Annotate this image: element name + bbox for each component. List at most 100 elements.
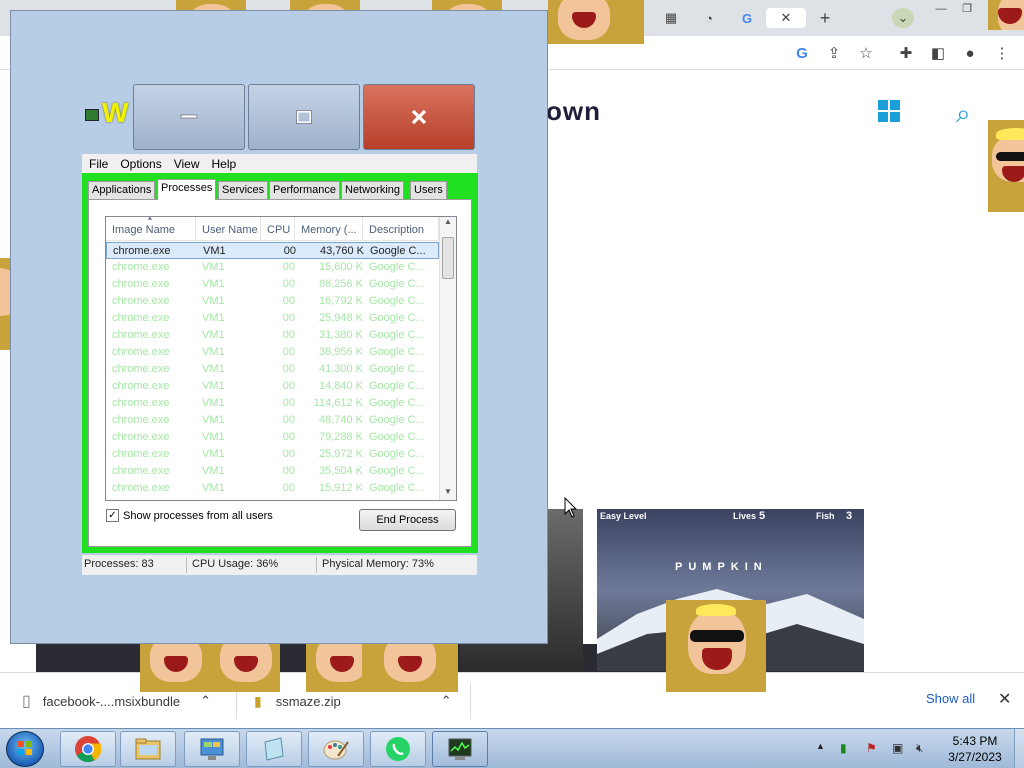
table-row[interactable]: chrome.exe VM1 00 48,740 K Google C...	[106, 412, 439, 429]
tray-volume-muted-icon[interactable]: 🔇︎	[916, 741, 924, 756]
table-row[interactable]: chrome.exe VM1 00 79,288 K Google C...	[106, 429, 439, 446]
table-row[interactable]: chrome.exe VM1 00 14,840 K Google C...	[106, 378, 439, 395]
cartoon-face-image	[210, 644, 280, 692]
cell-cpu: 00	[282, 261, 295, 273]
table-row[interactable]: chrome.exe VM1 00 35,504 K Google C...	[106, 463, 439, 480]
google-lens-icon[interactable]: G	[790, 41, 814, 65]
process-list[interactable]: Image Name User Name CPU Memory (... Des…	[105, 216, 457, 501]
taskbar-chrome-button[interactable]	[60, 731, 116, 767]
task-manager-window[interactable]: W File Options View Help Applications Pr…	[10, 10, 548, 644]
cell-cpu: 00	[282, 312, 295, 324]
cell-memory: 15,912 K	[318, 482, 363, 494]
tab-applications[interactable]: Applications	[88, 181, 156, 199]
vertical-scrollbar[interactable]: ▲ ▼	[439, 217, 456, 500]
taskbar-control-panel-button[interactable]	[184, 731, 240, 767]
table-row[interactable]: chrome.exe VM1 00 41,300 K Google C...	[106, 361, 439, 378]
scroll-up-icon[interactable]: ▲	[444, 217, 452, 226]
system-clock[interactable]: 5:43 PM 3/27/2023	[940, 733, 1010, 765]
tray-monitor-icon[interactable]: ▮	[840, 741, 847, 755]
tab-favicon-clock[interactable]: ◔	[698, 8, 720, 28]
close-icon[interactable]: ✕	[998, 689, 1011, 709]
cell-user-name: VM1	[202, 431, 225, 443]
restore-window-icon[interactable]: ❐	[954, 2, 980, 18]
column-user-name[interactable]: User Name	[196, 217, 261, 241]
table-row[interactable]: chrome.exe VM1 00 31,380 K Google C...	[106, 327, 439, 344]
taskbar-notepad-button[interactable]	[246, 731, 302, 767]
tab-favicon-google[interactable]: G	[736, 8, 758, 28]
tab-favicon-doc[interactable]: ▦	[660, 8, 682, 28]
taskbar-paint-button[interactable]	[308, 731, 364, 767]
taskbar-explorer-button[interactable]	[120, 731, 176, 767]
side-panel-icon[interactable]: ◧	[926, 41, 950, 65]
tray-network-icon[interactable]: ▣	[892, 741, 903, 755]
menu-options[interactable]: Options	[120, 157, 161, 171]
column-description[interactable]: Description	[363, 217, 439, 241]
chevron-up-icon[interactable]: ⌃	[200, 693, 211, 709]
game-lives-label: Lives	[733, 511, 757, 521]
profile-icon[interactable]: ●	[958, 41, 982, 65]
scrollbar-thumb[interactable]	[442, 237, 454, 279]
close-button[interactable]	[363, 84, 475, 150]
extensions-icon[interactable]: ✚	[894, 41, 918, 65]
site-brand[interactable]: own	[546, 96, 601, 127]
start-button[interactable]	[6, 731, 44, 767]
show-all-downloads-link[interactable]: Show all	[926, 691, 975, 706]
cell-image-name: chrome.exe	[112, 380, 170, 392]
table-row[interactable]: chrome.exe VM1 00 16,792 K Google C...	[106, 293, 439, 310]
minimize-window-icon[interactable]: —	[928, 2, 954, 18]
end-process-button[interactable]: End Process	[359, 509, 456, 531]
new-tab-icon[interactable]: +	[814, 8, 836, 28]
tab-search-chevron-icon[interactable]: ⌄	[892, 8, 914, 28]
minimize-button[interactable]	[133, 84, 245, 150]
status-bar: Processes: 83 CPU Usage: 36% Physical Me…	[82, 555, 477, 575]
site-search-icon[interactable]: ⌕	[956, 98, 971, 130]
control-panel-icon	[200, 738, 224, 760]
table-row[interactable]: chrome.exe VM1 00 43,760 K Google C...	[106, 242, 439, 259]
active-tab[interactable]: ✕	[766, 8, 806, 28]
tab-performance[interactable]: Performance	[269, 181, 340, 199]
checkbox-check-icon[interactable]: ✓	[106, 509, 119, 522]
tab-users[interactable]: Users	[410, 181, 447, 199]
chevron-up-icon[interactable]: ⌃	[441, 693, 452, 709]
show-all-processes-checkbox[interactable]: ✓ Show processes from all users	[106, 509, 273, 522]
menu-view[interactable]: View	[174, 157, 200, 171]
menu-help[interactable]: Help	[212, 157, 237, 171]
table-row[interactable]: chrome.exe VM1 00 15,912 K Google C...	[106, 480, 439, 497]
column-memory[interactable]: Memory (...	[295, 217, 363, 241]
cell-description: Google C...	[369, 482, 425, 494]
window-title: W	[102, 97, 129, 128]
share-icon[interactable]: ⇪	[822, 41, 846, 65]
taskbar-whatsapp-button[interactable]	[370, 731, 426, 767]
tab-networking[interactable]: Networking	[341, 181, 405, 199]
scroll-down-icon[interactable]: ▼	[444, 487, 452, 496]
cell-memory: 41,300 K	[318, 363, 363, 375]
windows-logo-icon[interactable]	[878, 100, 900, 122]
tab-processes[interactable]: Processes	[157, 179, 217, 200]
tab-services[interactable]: Services	[218, 181, 269, 199]
browser-menu-icon[interactable]: ⋮	[990, 41, 1014, 65]
table-row[interactable]: chrome.exe VM1 00 114,612 K Google C...	[106, 395, 439, 412]
show-desktop-button[interactable]	[1014, 729, 1024, 768]
menu-file[interactable]: File	[89, 157, 108, 171]
tab-close-icon[interactable]: ✕	[781, 10, 792, 26]
table-row[interactable]: chrome.exe VM1 00 15,600 K Google C...	[106, 259, 439, 276]
cell-image-name: chrome.exe	[112, 295, 170, 307]
maximize-button[interactable]	[248, 84, 360, 150]
cell-image-name: chrome.exe	[112, 448, 170, 460]
bookmark-star-icon[interactable]: ☆	[854, 41, 878, 65]
tray-action-center-icon[interactable]: ⚑	[866, 741, 877, 755]
column-cpu[interactable]: CPU	[261, 217, 295, 241]
cell-user-name: VM1	[202, 414, 225, 426]
table-row[interactable]: chrome.exe VM1 00 86,256 K Google C...	[106, 276, 439, 293]
taskbar-task-manager-button[interactable]	[432, 731, 488, 767]
cell-image-name: chrome.exe	[112, 278, 170, 290]
status-processes: Processes: 83	[84, 558, 154, 570]
table-row[interactable]: chrome.exe VM1 00 25,948 K Google C...	[106, 310, 439, 327]
tray-expand-icon[interactable]: ▲	[816, 741, 825, 751]
maximize-icon	[296, 110, 312, 124]
table-row[interactable]: chrome.exe VM1 00 25,972 K Google C...	[106, 446, 439, 463]
cell-description: Google C...	[369, 431, 425, 443]
sort-arrow-icon: ▴	[148, 216, 153, 222]
table-row[interactable]: chrome.exe VM1 00 38,956 K Google C...	[106, 344, 439, 361]
list-rows: chrome.exe VM1 00 43,760 K Google C... chrome…	[106, 242, 439, 497]
